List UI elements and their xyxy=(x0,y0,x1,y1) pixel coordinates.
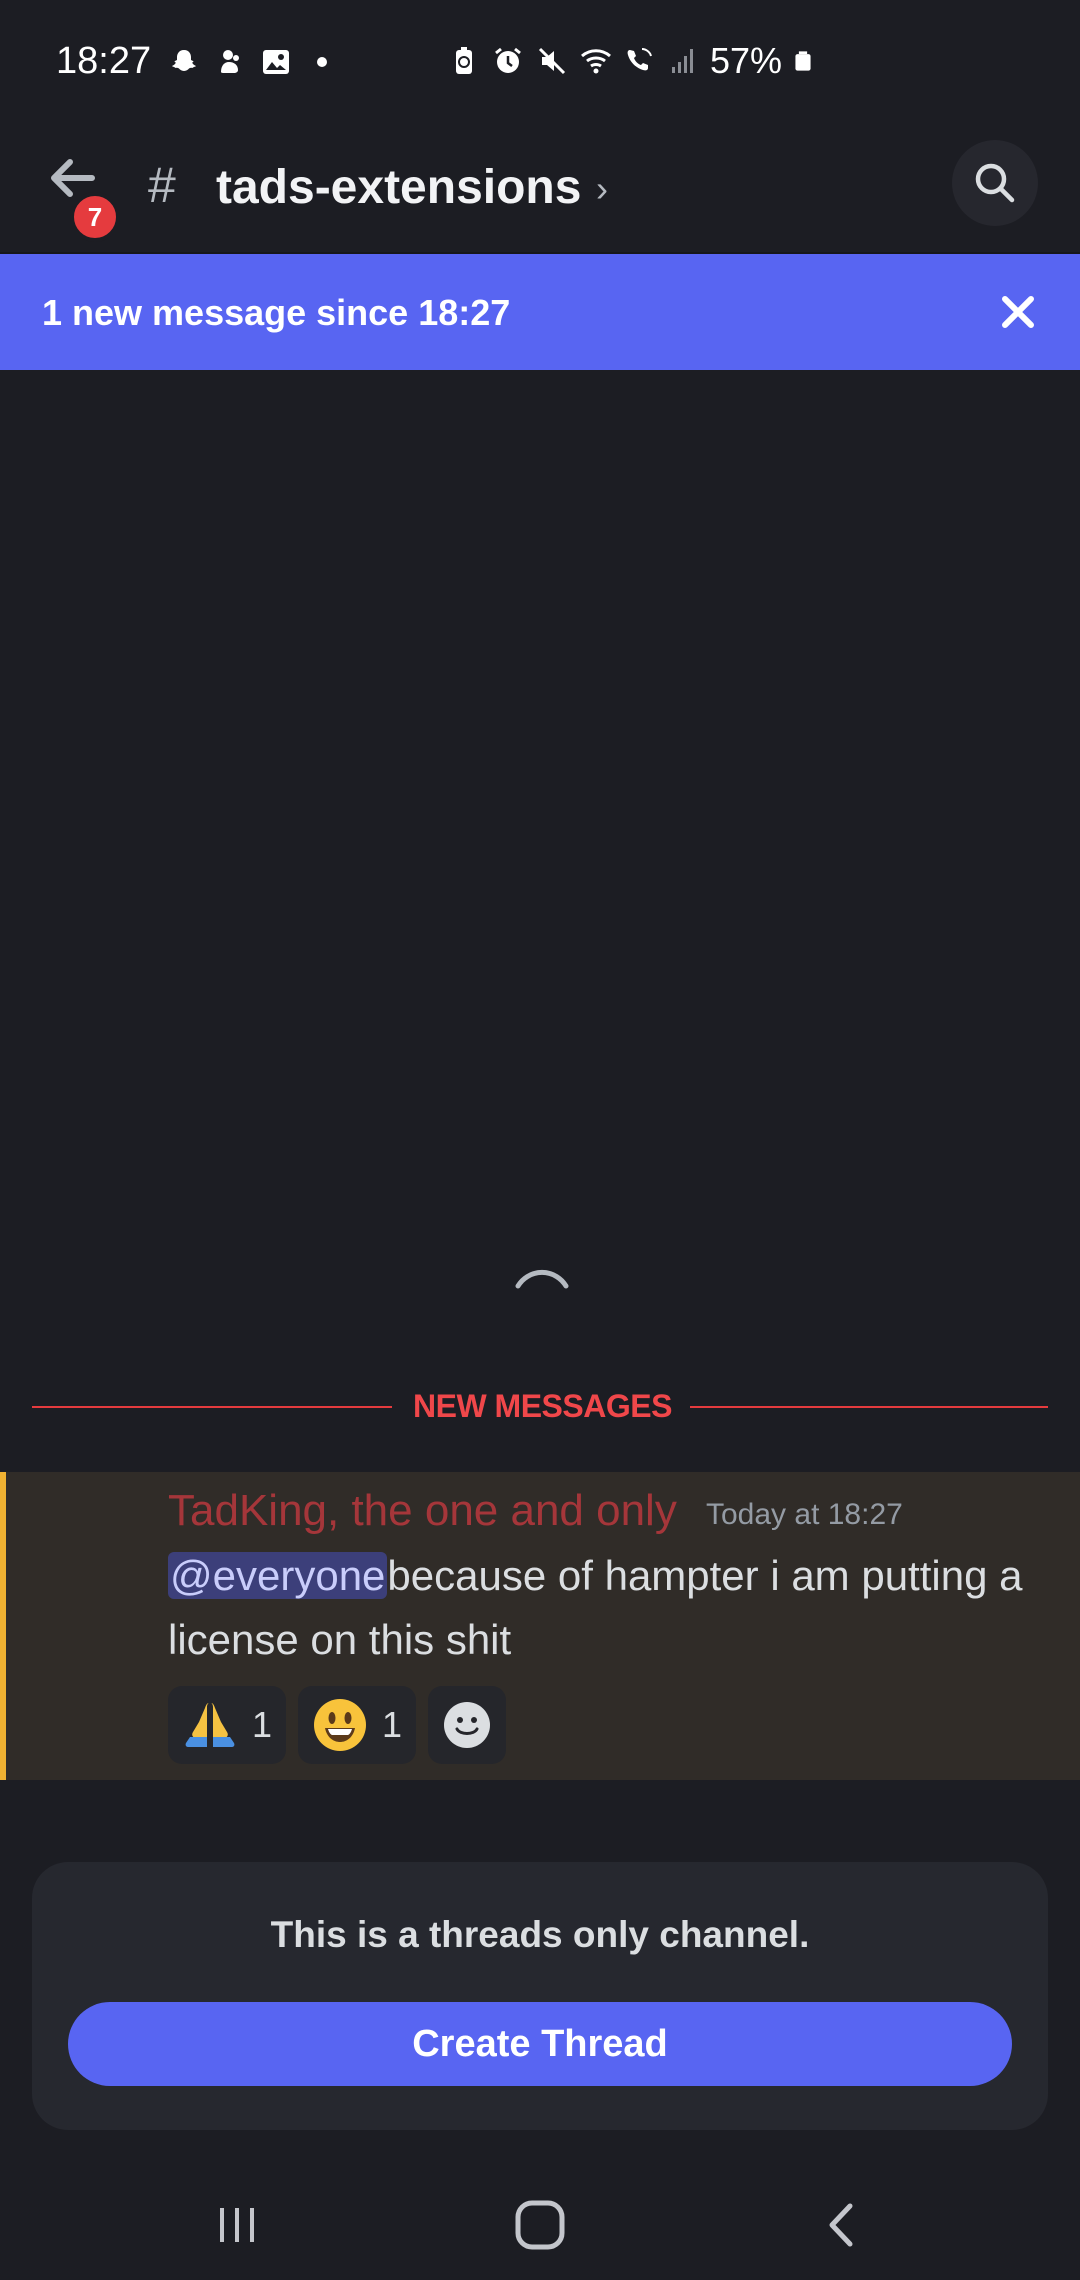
gallery-icon xyxy=(263,50,289,74)
new-messages-divider: NEW MESSAGES xyxy=(32,1386,1048,1426)
battery-icon xyxy=(795,51,811,71)
status-notification-icons xyxy=(168,46,338,78)
mute-icon xyxy=(538,47,565,75)
channel-header: 7 # tads-extensions › xyxy=(0,130,1080,254)
snapchat-icon xyxy=(172,50,196,71)
close-icon xyxy=(1002,296,1034,328)
new-messages-label: NEW MESSAGES xyxy=(413,1388,672,1424)
recents-icon xyxy=(220,2208,254,2242)
channel-hash-icon: # xyxy=(148,157,176,213)
threads-only-card: This is a threads only channel. Create T… xyxy=(32,1862,1048,2130)
add-reaction-icon xyxy=(444,1702,491,1748)
smiley-icon xyxy=(314,1699,367,1751)
divider-line-left xyxy=(32,1406,392,1408)
divider-line-right xyxy=(690,1406,1048,1408)
wifi-call-icon xyxy=(627,48,652,71)
reaction-bar: 1 1 xyxy=(168,1686,507,1764)
search-icon xyxy=(975,163,1015,203)
folded-hands-icon xyxy=(185,1703,235,1747)
battery-percent: 57% xyxy=(709,40,782,81)
chevron-right-icon[interactable]: › xyxy=(596,168,608,210)
home-icon xyxy=(515,2200,565,2250)
alarm-icon xyxy=(495,47,521,73)
reaction-folded-hands[interactable]: 1 xyxy=(168,1686,287,1764)
battery-saver-icon xyxy=(455,47,472,74)
status-bar: 18:27 57% xyxy=(0,0,1080,130)
status-system-icons: 57% xyxy=(448,40,814,82)
home-button[interactable] xyxy=(505,2190,575,2260)
chevron-left-icon xyxy=(829,2203,853,2247)
system-nav-bar xyxy=(0,2160,1080,2280)
reaction-count: 1 xyxy=(382,1704,403,1745)
dot-icon xyxy=(317,57,327,67)
create-thread-button[interactable]: Create Thread xyxy=(68,2002,1012,2086)
banner-close-button[interactable] xyxy=(986,280,1050,344)
app-notification-icon xyxy=(221,50,239,73)
status-time: 18:27 xyxy=(56,40,152,82)
everyone-mention[interactable]: @everyone xyxy=(168,1552,388,1599)
system-back-button[interactable] xyxy=(808,2190,878,2260)
message-content: @everyonebecause of hampter i am putting… xyxy=(168,1544,1048,1672)
unread-badge: 7 xyxy=(70,192,120,242)
recents-button[interactable] xyxy=(202,2190,272,2260)
threads-only-text: This is a threads only channel. xyxy=(270,1914,810,1955)
loading-spinner-icon xyxy=(515,1269,569,1289)
new-message-banner[interactable]: 1 new message since 18:27 xyxy=(0,254,1080,370)
reaction-smiley[interactable]: 1 xyxy=(298,1686,417,1764)
search-button[interactable] xyxy=(952,140,1038,226)
channel-title[interactable]: tads-extensions xyxy=(216,160,581,215)
wifi-icon xyxy=(580,49,611,74)
message-item[interactable]: TadKing, the one and only Today at 18:27… xyxy=(0,1472,1080,1780)
signal-icon xyxy=(671,49,693,73)
message-timestamp: Today at 18:27 xyxy=(706,1498,903,1531)
banner-text: 1 new message since 18:27 xyxy=(42,292,511,333)
message-author[interactable]: TadKing, the one and only xyxy=(168,1486,677,1536)
reaction-count: 1 xyxy=(252,1704,273,1745)
add-reaction-button[interactable] xyxy=(428,1686,507,1764)
